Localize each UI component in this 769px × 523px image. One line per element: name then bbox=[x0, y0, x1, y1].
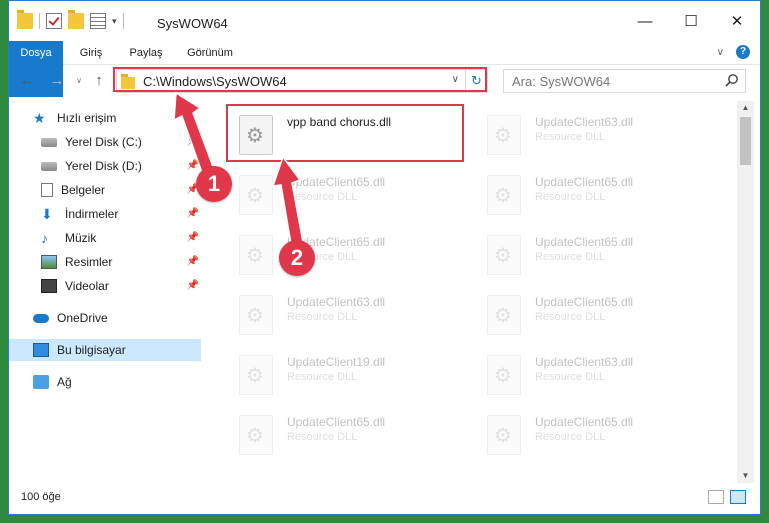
callout-badge-1: 1 bbox=[196, 166, 232, 202]
arrow-2 bbox=[271, 155, 305, 251]
annotation-arrows bbox=[173, 91, 305, 251]
callout-badge-2: 2 bbox=[279, 240, 315, 276]
